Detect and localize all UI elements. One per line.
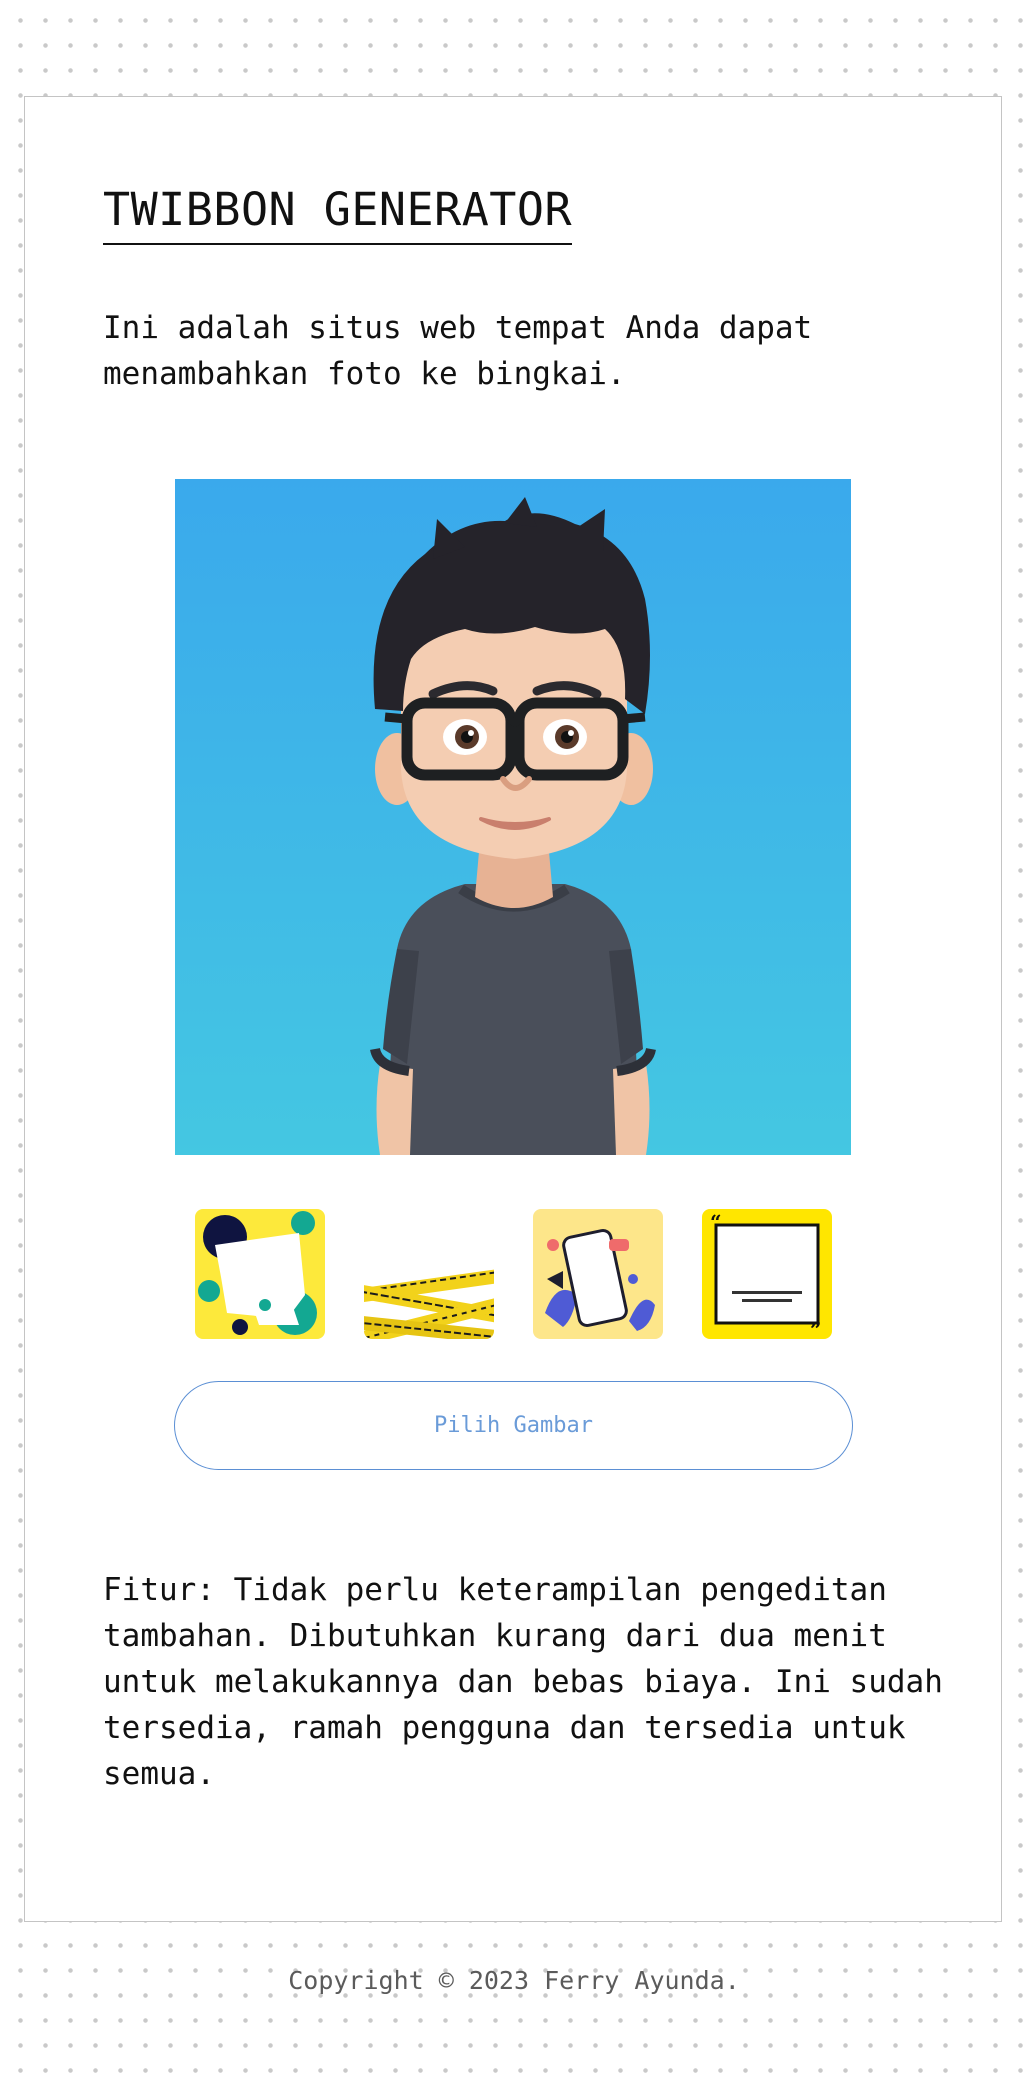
svg-text:”: ” [810,1318,822,1339]
frame-warning-tape-thumbnail[interactable] [364,1209,494,1339]
avatar-man-with-glasses-icon [370,497,656,1155]
twibbon-preview [175,479,851,1155]
pick-image-button[interactable]: Pilih Gambar [174,1381,853,1470]
quote-frame-icon: “ ” [702,1209,832,1339]
frame-yellow-geometric-thumbnail[interactable] [195,1209,325,1339]
warning-tape-frame-icon [364,1209,494,1339]
frame-selector: “ ” [195,1209,832,1339]
smartphone-frame-icon [533,1209,663,1339]
footer-copyright: Copyright © 2023 Ferry Ayunda. [288,1966,740,1995]
geometric-frame-icon [195,1209,325,1339]
features-text: Fitur: Tidak perlu keterampilan pengedit… [103,1572,943,1792]
main-card: TWIBBON GENERATOR Ini adalah situs web t… [24,96,1002,1922]
frame-smartphone-promo-thumbnail[interactable] [533,1209,663,1339]
svg-text:“: “ [710,1210,722,1234]
frame-quote-yellow-thumbnail[interactable]: “ ” [702,1209,832,1339]
page-title: TWIBBON GENERATOR [103,183,573,245]
intro-text: Ini adalah situs web tempat Anda dapat m… [103,310,813,392]
